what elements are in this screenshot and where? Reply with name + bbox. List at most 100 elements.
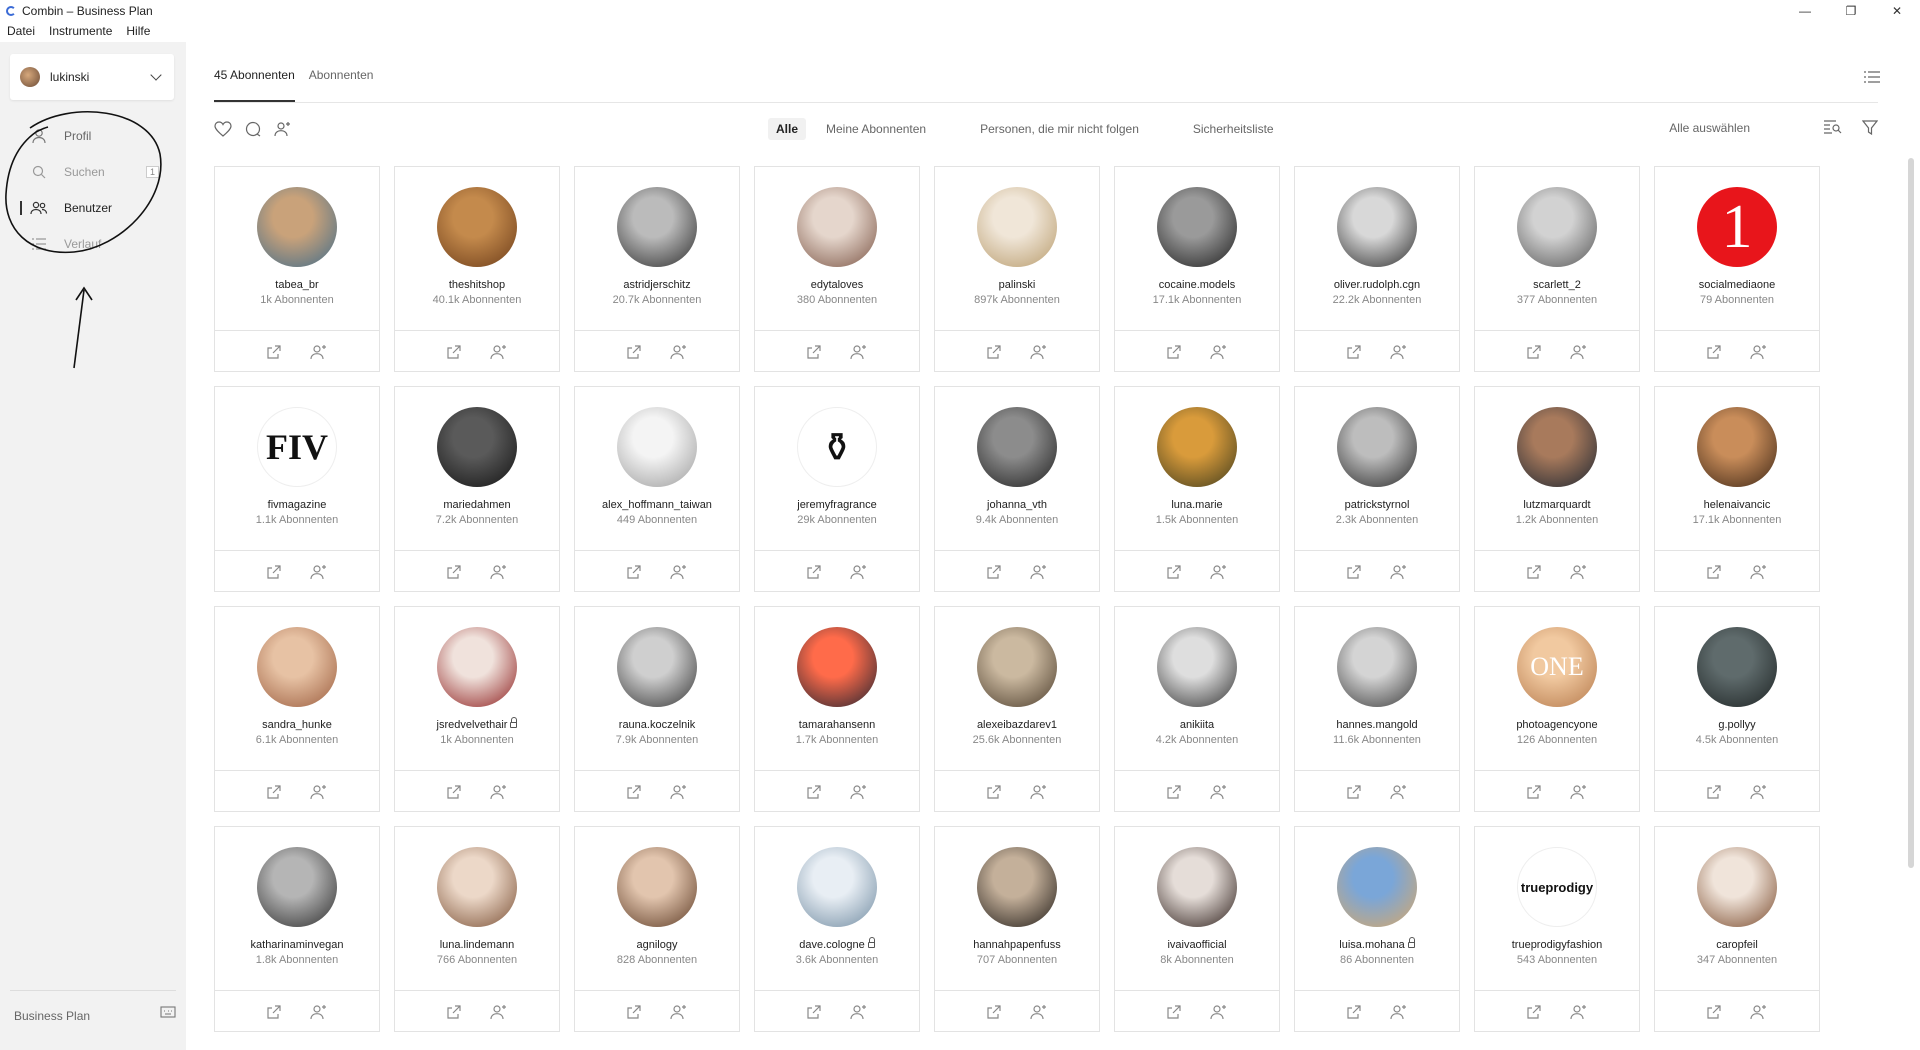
username[interactable]: astridjerschitz	[575, 279, 739, 291]
filter-icon[interactable]	[1862, 120, 1878, 136]
user-card[interactable]: helenaivancic 17.1k Abonnenten	[1654, 386, 1820, 592]
open-profile-icon[interactable]	[1706, 564, 1722, 580]
chat-icon[interactable]	[160, 1006, 176, 1025]
open-profile-icon[interactable]	[266, 564, 282, 580]
follow-user-icon[interactable]	[850, 1004, 868, 1020]
minimize-button[interactable]: —	[1782, 0, 1828, 22]
username[interactable]: rauna.koczelnik	[575, 719, 739, 731]
profile-picture[interactable]	[1517, 407, 1597, 487]
follow-user-icon[interactable]	[1210, 344, 1228, 360]
username[interactable]: sandra_hunke	[215, 719, 379, 731]
profile-picture[interactable]	[797, 187, 877, 267]
open-profile-icon[interactable]	[446, 1004, 462, 1020]
open-profile-icon[interactable]	[626, 564, 642, 580]
profile-picture[interactable]	[257, 627, 337, 707]
follow-user-icon[interactable]	[490, 784, 508, 800]
user-card[interactable]: hannes.mangold 11.6k Abonnenten	[1294, 606, 1460, 812]
username[interactable]: socialmediaone	[1655, 279, 1819, 291]
username[interactable]: luna.marie	[1115, 499, 1279, 511]
username[interactable]: dave.cologne	[755, 937, 919, 951]
follow-user-icon[interactable]	[670, 784, 688, 800]
open-profile-icon[interactable]	[1166, 344, 1182, 360]
profile-picture[interactable]: 1	[1697, 187, 1777, 267]
open-profile-icon[interactable]	[1706, 1004, 1722, 1020]
tab-followers[interactable]: Abonnenten	[309, 68, 374, 102]
username[interactable]: g.pollyy	[1655, 719, 1819, 731]
follow-user-icon[interactable]	[310, 784, 328, 800]
follow-user-icon[interactable]	[310, 564, 328, 580]
profile-picture[interactable]	[1157, 847, 1237, 927]
follow-user-icon[interactable]	[1210, 564, 1228, 580]
profile-picture[interactable]: FIV	[257, 407, 337, 487]
follow-user-icon[interactable]	[850, 564, 868, 580]
profile-picture[interactable]	[437, 407, 517, 487]
profile-picture[interactable]	[617, 187, 697, 267]
username[interactable]: anikiita	[1115, 719, 1279, 731]
open-profile-icon[interactable]	[626, 784, 642, 800]
follow-user-icon[interactable]	[1750, 784, 1768, 800]
user-card[interactable]: caropfeil 347 Abonnenten	[1654, 826, 1820, 1032]
menu-hilfe[interactable]: Hilfe	[126, 24, 150, 42]
profile-picture[interactable]	[797, 627, 877, 707]
select-all-button[interactable]: Alle auswählen	[1669, 121, 1750, 135]
profile-picture[interactable]	[437, 187, 517, 267]
sidebar-item-verlauf[interactable]: Verlauf	[0, 226, 186, 262]
profile-picture[interactable]	[1157, 407, 1237, 487]
profile-picture[interactable]	[1337, 847, 1417, 927]
profile-picture[interactable]: ONE	[1517, 627, 1597, 707]
profile-picture[interactable]	[1697, 847, 1777, 927]
open-profile-icon[interactable]	[1166, 784, 1182, 800]
follow-user-icon[interactable]	[490, 564, 508, 580]
maximize-button[interactable]: ❐	[1828, 0, 1874, 22]
profile-picture[interactable]	[257, 847, 337, 927]
profile-picture[interactable]	[1337, 187, 1417, 267]
open-profile-icon[interactable]	[626, 344, 642, 360]
follow-user-icon[interactable]	[1570, 564, 1588, 580]
sidebar-item-suchen[interactable]: Suchen 1	[0, 154, 186, 190]
follow-user-icon[interactable]	[1210, 1004, 1228, 1020]
profile-picture[interactable]	[977, 627, 1057, 707]
profile-picture[interactable]	[257, 187, 337, 267]
sidebar-item-benutzer[interactable]: Benutzer	[0, 190, 186, 226]
open-profile-icon[interactable]	[1346, 784, 1362, 800]
username[interactable]: photoagencyone	[1475, 719, 1639, 731]
open-profile-icon[interactable]	[986, 344, 1002, 360]
open-profile-icon[interactable]	[446, 784, 462, 800]
open-profile-icon[interactable]	[1706, 784, 1722, 800]
close-button[interactable]: ✕	[1874, 0, 1920, 22]
follow-user-icon[interactable]	[1750, 344, 1768, 360]
user-card[interactable]: luna.marie 1.5k Abonnenten	[1114, 386, 1280, 592]
username[interactable]: helenaivancic	[1655, 499, 1819, 511]
username[interactable]: agnilogy	[575, 939, 739, 951]
follow-user-icon[interactable]	[1570, 1004, 1588, 1020]
follow-user-icon[interactable]	[310, 1004, 328, 1020]
open-profile-icon[interactable]	[446, 344, 462, 360]
open-profile-icon[interactable]	[1166, 564, 1182, 580]
user-card[interactable]: luisa.mohana 86 Abonnenten	[1294, 826, 1460, 1032]
follow-user-icon[interactable]	[1030, 784, 1048, 800]
username[interactable]: tamarahansenn	[755, 719, 919, 731]
user-card[interactable]: g.pollyy 4.5k Abonnenten	[1654, 606, 1820, 812]
user-card[interactable]: dave.cologne 3.6k Abonnenten	[754, 826, 920, 1032]
user-card[interactable]: mariedahmen 7.2k Abonnenten	[394, 386, 560, 592]
follow-user-icon[interactable]	[490, 1004, 508, 1020]
account-switcher[interactable]: lukinski	[10, 54, 174, 100]
follow-user-icon[interactable]	[274, 121, 292, 137]
username[interactable]: caropfeil	[1655, 939, 1819, 951]
comment-icon[interactable]	[244, 121, 262, 137]
username[interactable]: cocaine.models	[1115, 279, 1279, 291]
user-card[interactable]: agnilogy 828 Abonnenten	[574, 826, 740, 1032]
search-list-icon[interactable]	[1824, 120, 1842, 136]
open-profile-icon[interactable]	[1526, 564, 1542, 580]
follow-user-icon[interactable]	[1390, 784, 1408, 800]
username[interactable]: scarlett_2	[1475, 279, 1639, 291]
profile-picture[interactable]	[1697, 407, 1777, 487]
profile-picture[interactable]	[977, 847, 1057, 927]
open-profile-icon[interactable]	[626, 1004, 642, 1020]
profile-picture[interactable]	[1157, 187, 1237, 267]
open-profile-icon[interactable]	[1526, 784, 1542, 800]
profile-picture[interactable]	[437, 627, 517, 707]
open-profile-icon[interactable]	[986, 1004, 1002, 1020]
profile-picture[interactable]	[1337, 407, 1417, 487]
user-card[interactable]: palinski 897k Abonnenten	[934, 166, 1100, 372]
